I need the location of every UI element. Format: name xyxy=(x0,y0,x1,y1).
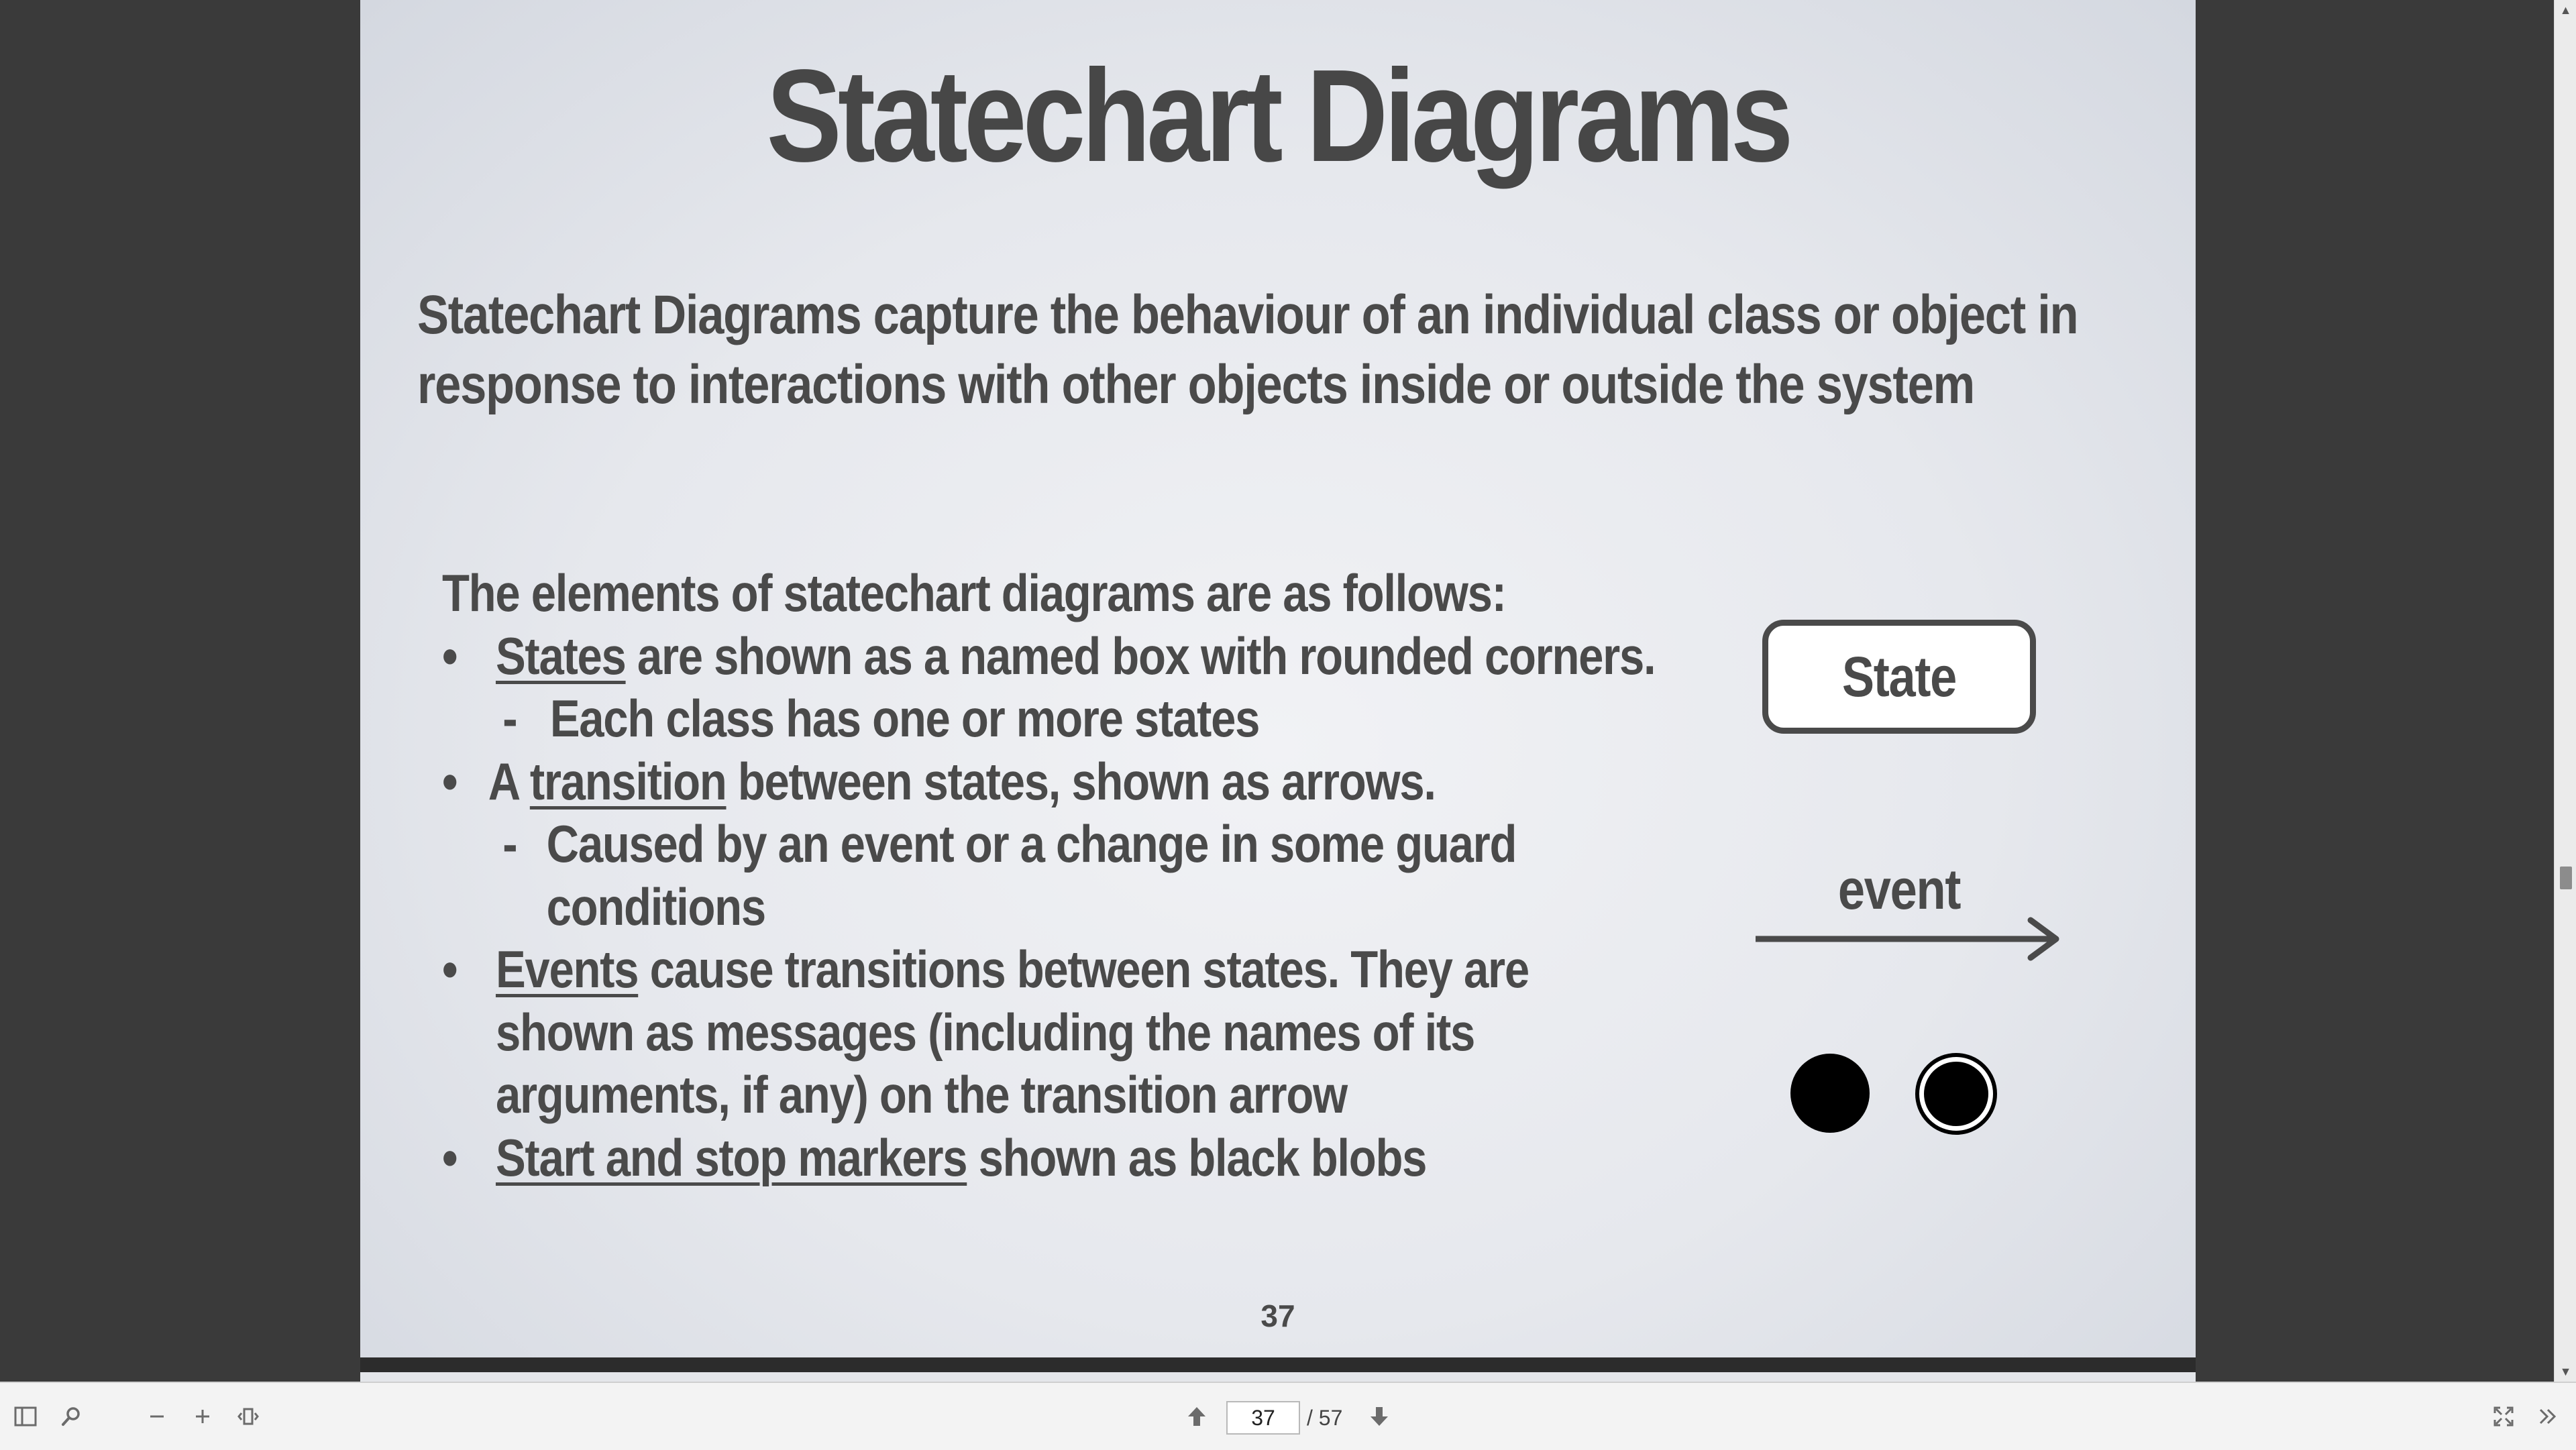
bullet-marker: • xyxy=(442,1127,458,1187)
bullet-marker: • xyxy=(442,751,458,811)
arrow-up-icon xyxy=(1188,1407,1205,1426)
sidebar-toggle-icon[interactable] xyxy=(8,1399,43,1434)
start-marker-icon xyxy=(1790,1054,1870,1133)
scroll-down-icon[interactable]: ▼ xyxy=(2555,1361,2576,1382)
slide-separator xyxy=(360,1357,2196,1372)
scrollbar-thumb[interactable] xyxy=(2560,867,2572,889)
states-text: are shown as a named box with rounded co… xyxy=(625,626,1656,685)
slide-page-number: 37 xyxy=(1260,1298,1295,1333)
document-viewer[interactable]: Statechart Diagrams Statechart Diagrams … xyxy=(0,0,2554,1382)
list-item-markers: • Start and stop markers shown as black … xyxy=(442,1127,2000,1190)
search-icon[interactable] xyxy=(54,1399,89,1434)
zoom-in-button[interactable] xyxy=(185,1399,220,1434)
list-item-events-cont-1: shown as messages (including the names o… xyxy=(495,1002,1475,1062)
double-chevron-right-icon[interactable] xyxy=(2530,1399,2565,1434)
bullet-marker: • xyxy=(442,626,458,685)
event-label: event xyxy=(1837,858,1962,921)
state-label: State xyxy=(1841,645,1957,708)
arrow-down-icon xyxy=(1371,1407,1388,1426)
page-number-input[interactable] xyxy=(1226,1401,1300,1435)
term-markers: Start and stop markers xyxy=(495,1127,968,1187)
dash-marker: - xyxy=(502,814,517,873)
list-item-events-cont-2: arguments, if any) on the transition arr… xyxy=(495,1065,1348,1124)
term-transition: transition xyxy=(529,751,727,811)
stop-marker-icon xyxy=(1915,1053,1997,1135)
markers-text: shown as black blobs xyxy=(967,1127,1428,1187)
term-events: Events xyxy=(495,940,639,999)
fit-width-icon[interactable] xyxy=(231,1399,266,1434)
next-page-button[interactable] xyxy=(1362,1399,1397,1434)
transition-text: between states, shown as arrows. xyxy=(726,751,1436,811)
next-slide-edge xyxy=(360,1372,2196,1382)
transition-sub-text-2: conditions xyxy=(546,877,766,936)
fullscreen-icon[interactable] xyxy=(2486,1399,2521,1434)
state-box-example: State xyxy=(1762,620,2036,734)
elements-heading: The elements of statechart diagrams are … xyxy=(442,563,1507,622)
stop-marker-inner xyxy=(1924,1062,1988,1126)
term-states: States xyxy=(495,626,627,685)
sub-item-transition: - Caused by an event or a change in some… xyxy=(442,813,2000,876)
list-item-transition: • A transition between states, shown as … xyxy=(442,750,2000,814)
bullet-marker: • xyxy=(442,940,458,999)
transition-arrow-icon xyxy=(1756,917,2059,961)
page-total-label: / 57 xyxy=(1307,1406,1343,1430)
transition-prefix: A xyxy=(488,751,530,811)
transition-sub-text-1: Caused by an event or a change in some g… xyxy=(546,814,1517,873)
minus-icon xyxy=(150,1415,164,1418)
slide-title: Statechart Diagrams xyxy=(766,42,1793,189)
zoom-out-button[interactable] xyxy=(140,1399,174,1434)
viewer-toolbar: / 57 xyxy=(0,1382,2576,1450)
dash-marker: - xyxy=(502,689,517,748)
states-sub-text: Each class has one or more states xyxy=(549,689,1260,748)
previous-page-button[interactable] xyxy=(1179,1399,1214,1434)
vertical-scrollbar[interactable]: ▲ ▼ xyxy=(2554,0,2576,1382)
scroll-up-icon[interactable]: ▲ xyxy=(2555,0,2576,20)
events-text-1: cause transitions between states. They a… xyxy=(638,940,1530,999)
plus-icon xyxy=(196,1410,209,1423)
slide-page: Statechart Diagrams Statechart Diagrams … xyxy=(360,0,2196,1357)
slide-intro-text: Statechart Diagrams capture the behaviou… xyxy=(417,284,2079,415)
